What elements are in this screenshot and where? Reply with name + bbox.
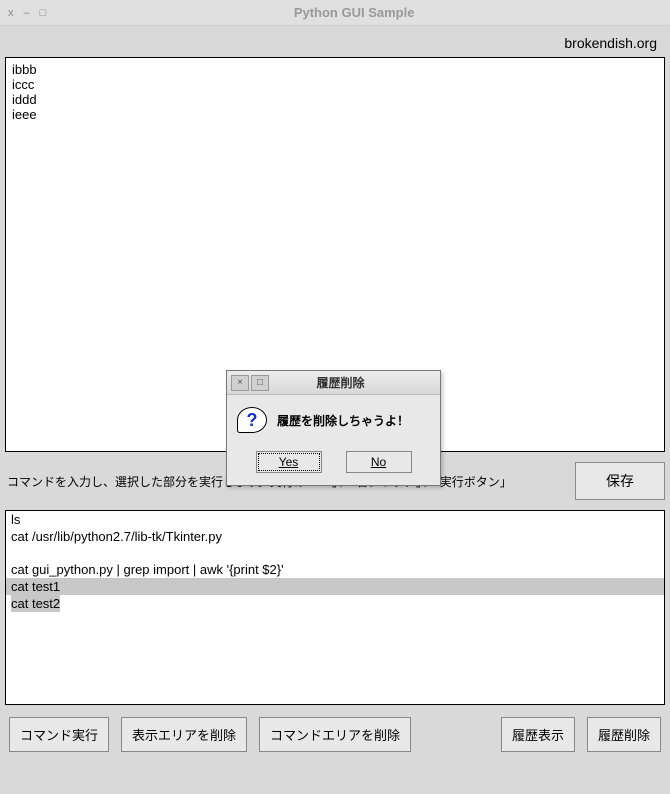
question-icon: ? [237, 407, 267, 433]
close-icon[interactable]: x [8, 7, 14, 19]
dialog-titlebar[interactable]: × □ 履歴削除 [227, 371, 440, 395]
site-label: brokendish.org [5, 31, 665, 57]
command-line[interactable]: ls [6, 511, 664, 528]
command-line[interactable]: cat gui_python.py | grep import | awk '{… [6, 561, 664, 578]
window-titlebar: x – □ Python GUI Sample [0, 0, 670, 26]
yes-button[interactable]: Yes [256, 451, 322, 473]
maximize-icon[interactable]: □ [40, 7, 47, 19]
save-button[interactable]: 保存 [575, 462, 665, 500]
confirm-dialog: × □ 履歴削除 ? 履歴を削除しちゃうよ！ Yes No [226, 370, 441, 486]
command-line[interactable]: cat /usr/lib/python2.7/lib-tk/Tkinter.py [6, 528, 664, 545]
dialog-controls: × □ [227, 375, 271, 391]
command-area[interactable]: lscat /usr/lib/python2.7/lib-tk/Tkinter.… [5, 510, 665, 705]
dialog-close-icon[interactable]: × [231, 375, 249, 391]
history-show-button[interactable]: 履歴表示 [501, 717, 575, 752]
clear-command-button[interactable]: コマンドエリアを削除 [259, 717, 411, 752]
command-line[interactable]: cat test2 [6, 595, 664, 612]
clear-display-button[interactable]: 表示エリアを削除 [121, 717, 247, 752]
dialog-title: 履歴削除 [271, 374, 440, 391]
exec-button[interactable]: コマンド実行 [9, 717, 109, 752]
no-button[interactable]: No [346, 451, 412, 473]
minimize-icon[interactable]: – [24, 7, 30, 19]
dialog-content: ? 履歴を削除しちゃうよ！ [227, 395, 440, 445]
window-controls: x – □ [8, 7, 46, 19]
window-title: Python GUI Sample [46, 5, 662, 20]
history-delete-button[interactable]: 履歴削除 [587, 717, 661, 752]
command-line[interactable]: cat test1 [6, 578, 664, 595]
dialog-maximize-icon[interactable]: □ [251, 375, 269, 391]
dialog-buttons: Yes No [227, 445, 440, 485]
command-line[interactable] [6, 545, 664, 561]
button-row: コマンド実行 表示エリアを削除 コマンドエリアを削除 履歴表示 履歴削除 [5, 717, 665, 756]
dialog-message: 履歴を削除しちゃうよ！ [277, 412, 409, 429]
